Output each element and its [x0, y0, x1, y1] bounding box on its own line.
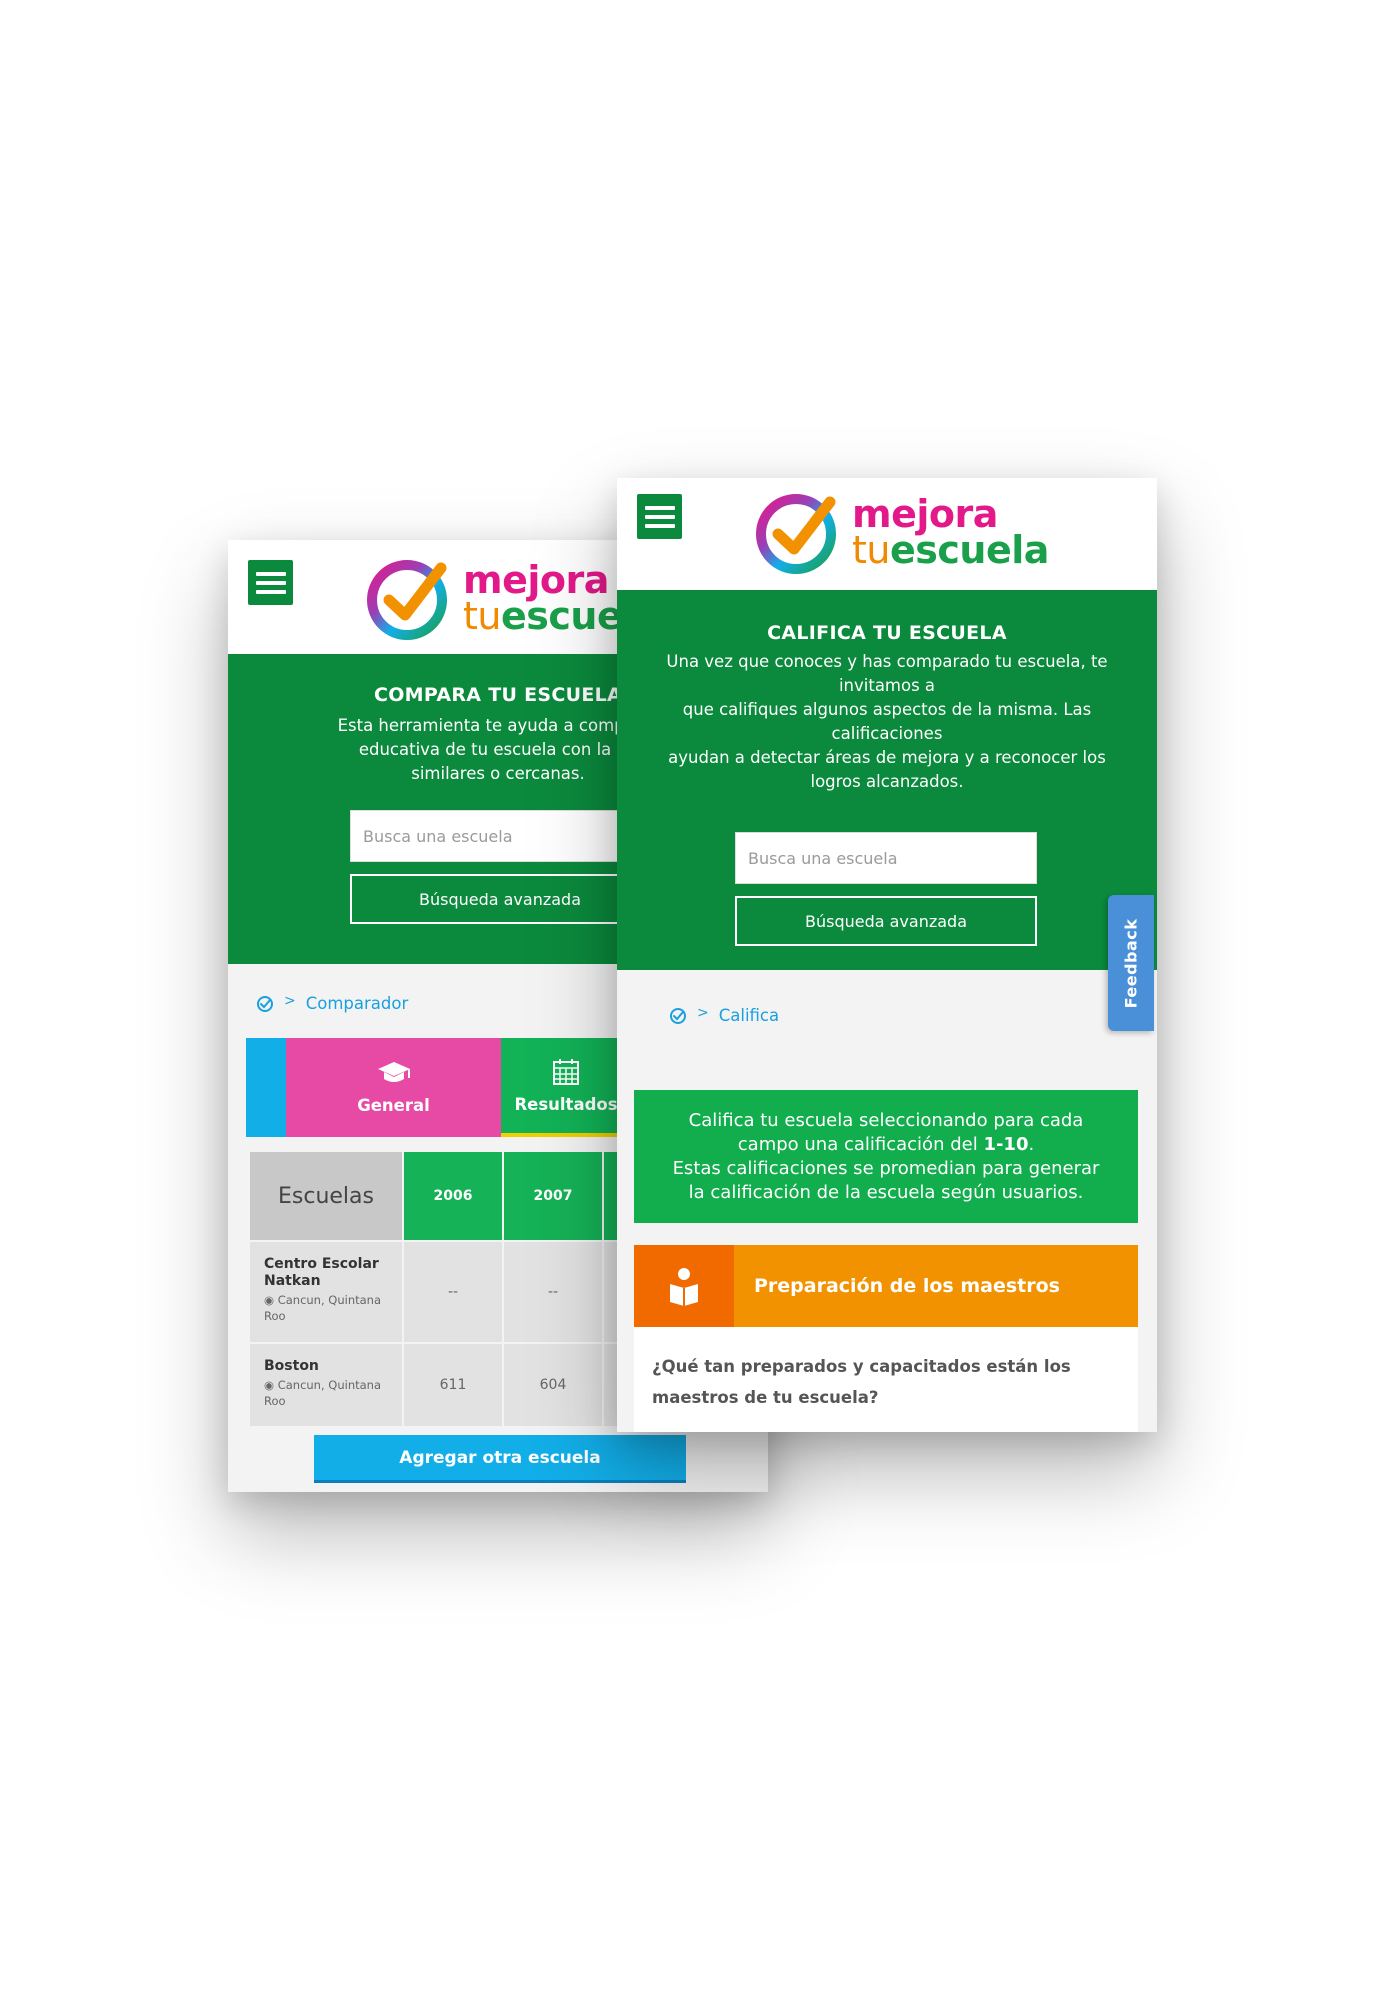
- tab-strip: General Resultados: [246, 1038, 631, 1137]
- school-cell: Centro Escolar Natkan ◉ Cancun, Quintana…: [250, 1242, 402, 1342]
- breadcrumb: > Comparador: [256, 992, 409, 1013]
- hero-line: calificaciones: [831, 724, 943, 743]
- info-line: campo una calificación del 1-10.: [737, 1134, 1035, 1155]
- table-row[interactable]: Centro Escolar Natkan ◉ Cancun, Quintana…: [250, 1242, 644, 1342]
- school-cell: Boston ◉ Cancun, Quintana Roo: [250, 1344, 402, 1426]
- breadcrumb-current[interactable]: Comparador: [306, 994, 409, 1013]
- info-line: la calificación de la escuela según usua…: [688, 1182, 1084, 1203]
- menu-button[interactable]: [248, 560, 293, 605]
- info-line: Califica tu escuela seleccionando para c…: [688, 1110, 1084, 1131]
- breadcrumb-separator: >: [697, 1004, 709, 1021]
- rating-range: 1-10: [983, 1134, 1029, 1155]
- teacher-reading-icon: [670, 1268, 698, 1306]
- menu-button[interactable]: [637, 494, 682, 539]
- tab-general[interactable]: General: [286, 1038, 501, 1137]
- comparison-table: Escuelas 2006 2007 Centro Escolar Natkan…: [248, 1150, 646, 1428]
- hero-line: Una vez que conoces y has comparado tu e…: [666, 652, 1108, 671]
- tab-general-label: General: [357, 1096, 430, 1115]
- pin-icon: ◉: [264, 1293, 275, 1307]
- info-line: Estas calificaciones se promedian para g…: [672, 1158, 1100, 1179]
- table-row[interactable]: Boston ◉ Cancun, Quintana Roo 611 604: [250, 1344, 644, 1426]
- teacher-icon-box: [634, 1245, 734, 1327]
- rate-screen: mejora tuescuela CALIFICA TU ESCUELA Una…: [617, 478, 1157, 1432]
- add-school-button[interactable]: Agregar otra escuela: [314, 1435, 686, 1483]
- logo[interactable]: mejora tuescuela: [752, 486, 1049, 578]
- breadcrumb: > Califica: [669, 1004, 779, 1025]
- calendar-icon: [553, 1059, 579, 1085]
- home-check-icon[interactable]: [256, 995, 274, 1013]
- feedback-tab[interactable]: Feedback: [1108, 895, 1154, 1031]
- graduation-cap-icon: [377, 1062, 410, 1082]
- logo-tu: tu: [852, 528, 890, 572]
- school-location: ◉ Cancun, Quintana Roo: [264, 1293, 381, 1323]
- school-name[interactable]: Boston: [264, 1358, 392, 1375]
- home-check-icon[interactable]: [669, 1007, 687, 1025]
- value-cell: --: [504, 1242, 602, 1342]
- breadcrumb-separator: >: [284, 992, 296, 1009]
- section-header: Preparación de los maestros: [634, 1245, 1138, 1327]
- hero-line: que califiques algunos aspectos de la mi…: [682, 700, 1092, 719]
- hero-rate: CALIFICA TU ESCUELA Una vez que conoces …: [617, 590, 1157, 970]
- search-input[interactable]: Busca una escuela: [350, 810, 650, 862]
- hero-line: ayudan a detectar áreas de mejora y a re…: [668, 748, 1106, 767]
- logo[interactable]: mejora tuescuela: [363, 552, 660, 644]
- hero-line: invitamos a: [838, 676, 936, 695]
- tab-resultados[interactable]: Resultados: [501, 1038, 631, 1137]
- school-location: ◉ Cancun, Quintana Roo: [264, 1378, 381, 1408]
- pin-icon: ◉: [264, 1378, 275, 1392]
- breadcrumb-current[interactable]: Califica: [719, 1006, 779, 1025]
- logo-check-icon: [756, 494, 836, 574]
- column-header-year: 2007: [504, 1152, 602, 1240]
- table-header-row: Escuelas 2006 2007: [250, 1152, 644, 1240]
- question-line: ¿Qué tan preparados y capacitados están …: [652, 1357, 1071, 1376]
- value-cell: 611: [404, 1344, 502, 1426]
- tab-scroll-left[interactable]: [246, 1038, 286, 1137]
- tab-resultados-label: Resultados: [514, 1095, 618, 1114]
- rating-info-box: Califica tu escuela seleccionando para c…: [634, 1090, 1138, 1223]
- value-cell: --: [404, 1242, 502, 1342]
- advanced-search-button[interactable]: Búsqueda avanzada: [350, 874, 650, 924]
- feedback-label: Feedback: [1121, 918, 1141, 1008]
- logo-check-icon: [367, 560, 447, 640]
- column-header-year: 2006: [404, 1152, 502, 1240]
- value-cell: 604: [504, 1344, 602, 1426]
- hero-title: CALIFICA TU ESCUELA: [767, 622, 1007, 644]
- section-title: Preparación de los maestros: [734, 1245, 1138, 1327]
- advanced-search-button[interactable]: Búsqueda avanzada: [735, 896, 1037, 946]
- hero-line: logros alcanzados.: [810, 772, 964, 791]
- search-input[interactable]: Busca una escuela: [735, 832, 1037, 884]
- question-card: ¿Qué tan preparados y capacitados están …: [634, 1327, 1138, 1432]
- question-line: maestros de tu escuela?: [652, 1388, 879, 1407]
- school-name[interactable]: Centro Escolar Natkan: [264, 1256, 392, 1290]
- logo-tu: tu: [463, 594, 501, 638]
- logo-escuela: escuela: [889, 528, 1049, 572]
- column-header-escuelas: Escuelas: [250, 1152, 402, 1240]
- header: mejora tuescuela: [617, 478, 1157, 590]
